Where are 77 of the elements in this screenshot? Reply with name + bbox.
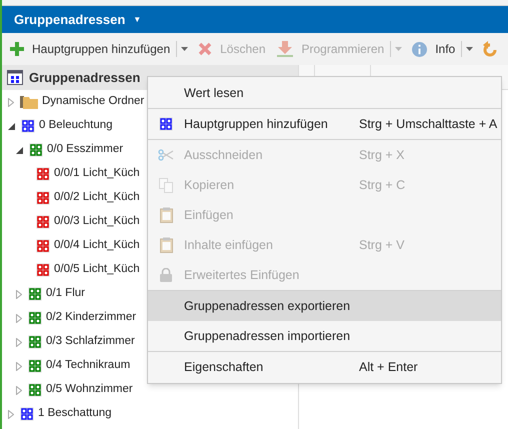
main-group-icon: [159, 117, 173, 131]
dropdown-caret-icon[interactable]: [466, 47, 474, 51]
folder-icon: [20, 95, 38, 109]
menu-item[interactable]: Hauptgruppen hinzufügen Strg + Umschalttaste + A: [148, 109, 501, 139]
info-icon: [412, 42, 428, 56]
tree-item[interactable]: 0/3 Schlafzimmer: [46, 333, 135, 351]
tree-title: Gruppenadressen: [29, 68, 140, 87]
menu-item-label: Gruppenadressen exportieren: [184, 298, 352, 315]
tree-item[interactable]: 0/0/1 Licht_Küch: [54, 165, 140, 183]
menu-item[interactable]: Eigenschaften Alt + Enter: [148, 352, 501, 382]
dropdown-caret-icon[interactable]: [181, 47, 188, 51]
menu-item-label: Eigenschaften: [184, 358, 264, 376]
expand-arrow-icon[interactable]: [16, 386, 22, 394]
shortcut-label: Strg + Umschalttaste + A: [359, 116, 498, 133]
lock-icon: [159, 268, 173, 282]
shortcut-label: Strg + C: [359, 176, 406, 194]
collapse-arrow-icon[interactable]: [16, 146, 23, 154]
main-group-icon: [21, 119, 35, 133]
panel-title[interactable]: Gruppenadressen: [14, 10, 126, 30]
menu-item-label: Einfügen: [184, 206, 234, 224]
expand-arrow-icon[interactable]: [16, 362, 22, 370]
copy-icon: [159, 178, 173, 192]
middle-group-icon: [29, 143, 43, 157]
plus-icon: [10, 42, 24, 56]
menu-item-label: Inhalte einfügen: [184, 236, 274, 254]
middle-group-icon: [28, 287, 42, 301]
expand-arrow-icon[interactable]: [8, 98, 14, 106]
dropdown-caret-icon[interactable]: ▼: [133, 14, 142, 26]
collapse-arrow-icon[interactable]: [8, 122, 15, 130]
middle-group-icon: [28, 335, 42, 349]
main-group-icon: [20, 407, 34, 421]
menu-item[interactable]: Wert lesen: [148, 78, 501, 108]
tree-item[interactable]: 0 Beleuchtung: [39, 117, 113, 135]
tree-item[interactable]: 0/0 Esszimmer: [47, 141, 124, 159]
expand-arrow-icon[interactable]: [16, 338, 22, 346]
middle-group-icon: [28, 311, 42, 325]
menu-item[interactable]: Gruppenadressen importieren: [148, 321, 501, 351]
group-address-icon: [36, 191, 50, 205]
shortcut-label: Strg + V: [359, 236, 405, 254]
tree-item[interactable]: 0/1 Flur: [46, 285, 85, 303]
menu-item-label: Kopieren: [184, 176, 236, 194]
clipboard-icon: [160, 207, 172, 223]
tree-item[interactable]: 0/0/4 Licht_Küch: [54, 237, 140, 255]
shortcut-label: Strg + X: [359, 146, 405, 164]
toolbar-button[interactable]: Info: [412, 40, 456, 58]
delete-icon: [198, 42, 212, 56]
clipboard-icon: [160, 237, 172, 253]
download-arrow-icon: [276, 41, 294, 57]
menu-item-label: Hauptgruppen hinzufügen: [184, 116, 329, 133]
shortcut-label: Alt + Enter: [359, 358, 418, 376]
menu-item-label: Erweitertes Einfügen: [184, 266, 300, 284]
expand-arrow-icon[interactable]: [8, 410, 14, 418]
grid-window-icon: [7, 70, 23, 85]
expand-arrow-icon[interactable]: [16, 314, 22, 322]
menu-item-label: Ausschneiden: [184, 146, 264, 164]
toolbar-button[interactable]: Hauptgruppen hinzufügen: [10, 40, 170, 58]
tree-item[interactable]: 0/0/2 Licht_Küch: [54, 189, 140, 207]
middle-group-icon: [28, 383, 42, 397]
undo-icon: [483, 41, 498, 57]
menu-item-label: Gruppenadressen importieren: [184, 328, 352, 345]
expand-arrow-icon[interactable]: [16, 290, 22, 298]
tree-item[interactable]: 1 Beschattung: [38, 405, 112, 423]
tree-item[interactable]: 0/0/5 Licht_Küch: [54, 261, 140, 279]
menu-item[interactable]: Gruppenadressen exportieren: [148, 291, 501, 321]
middle-group-icon: [28, 359, 42, 373]
scissors-icon: [158, 149, 174, 161]
tree-item[interactable]: 0/2 Kinderzimmer: [46, 309, 136, 327]
group-address-icon: [36, 215, 50, 229]
menu-item-label: Wert lesen: [184, 84, 245, 102]
group-address-icon: [36, 167, 50, 181]
tree-item[interactable]: 0/4 Technikraum: [46, 357, 130, 375]
toolbar-button[interactable]: [483, 41, 498, 57]
tree-item[interactable]: 0/0/3 Licht_Küch: [54, 213, 140, 231]
tree-item[interactable]: Dynamische Ordner: [42, 93, 144, 111]
group-address-icon: [36, 263, 50, 277]
group-address-icon: [36, 239, 50, 253]
tree-item[interactable]: 0/5 Wohnzimmer: [46, 381, 133, 399]
